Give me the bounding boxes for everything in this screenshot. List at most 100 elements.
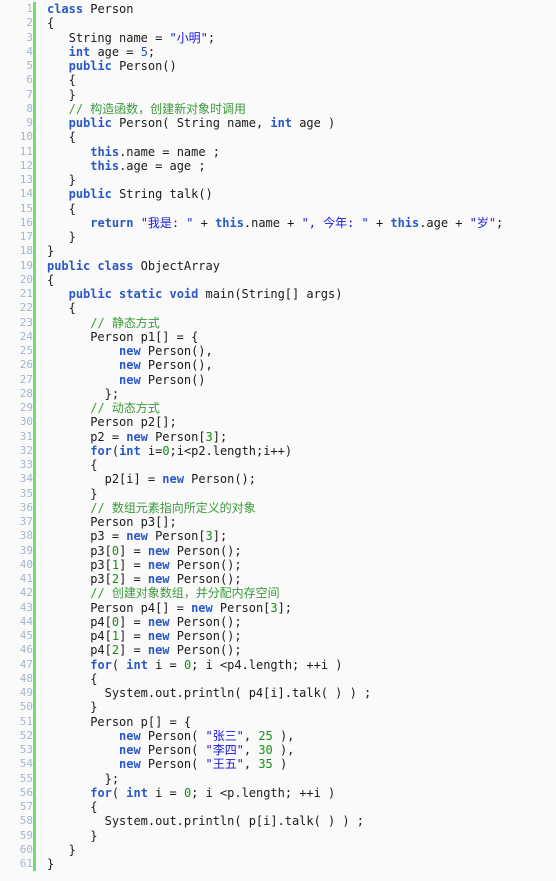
code-line-content[interactable]: }; bbox=[47, 772, 556, 786]
code-editor[interactable]: 1 class Person 2{3 String name = "小明"; 4 in… bbox=[0, 0, 556, 881]
code-line-content[interactable]: p2[i] = new Person(); bbox=[47, 472, 556, 486]
code-line[interactable]: 34 p2[i] = new Person(); bbox=[0, 472, 556, 487]
code-line-content[interactable]: p2 = new Person[3]; bbox=[47, 430, 556, 444]
code-line[interactable]: 2{ bbox=[0, 16, 556, 31]
code-line-content[interactable]: // 数组元素指向所定义的对象 bbox=[47, 501, 556, 515]
code-line[interactable]: 27 new Person() bbox=[0, 372, 556, 387]
code-line-content[interactable]: public Person( String name, int age ) bbox=[47, 116, 556, 130]
code-line[interactable]: 33 { bbox=[0, 458, 556, 473]
code-line-content[interactable]: for(int i=0;i<p2.length;i++) bbox=[47, 444, 556, 458]
code-line-content[interactable]: } bbox=[47, 700, 556, 714]
code-line[interactable]: 23 // 静态方式 bbox=[0, 315, 556, 330]
code-line-content[interactable]: class Person bbox=[47, 2, 556, 16]
code-line-content[interactable]: Person p1[] = { bbox=[47, 330, 556, 344]
code-line-content[interactable]: Person p2[]; bbox=[47, 415, 556, 429]
code-line-content[interactable]: new Person() bbox=[47, 373, 556, 387]
code-line-content[interactable]: // 静态方式 bbox=[47, 316, 556, 330]
code-line[interactable]: 61} bbox=[0, 857, 556, 872]
code-line-content[interactable]: { bbox=[47, 800, 556, 814]
code-line-content[interactable]: Person p[] = { bbox=[47, 715, 556, 729]
code-line-content[interactable]: } bbox=[47, 829, 556, 843]
code-line[interactable]: 7 } bbox=[0, 87, 556, 102]
code-line-content[interactable]: p3[0] = new Person(); bbox=[47, 544, 556, 558]
code-line[interactable]: 43 Person p4[] = new Person[3]; bbox=[0, 600, 556, 615]
code-line[interactable]: 26 new Person(), bbox=[0, 358, 556, 373]
code-line-content[interactable]: this.name = name ; bbox=[47, 145, 556, 159]
code-line-content[interactable]: p4[2] = new Person(); bbox=[47, 643, 556, 657]
code-line[interactable]: 40 p3[1] = new Person(); bbox=[0, 557, 556, 572]
code-line[interactable]: 58 System.out.println( p[i].talk( ) ) ; bbox=[0, 814, 556, 829]
code-line-content[interactable]: { bbox=[47, 73, 556, 87]
code-line[interactable]: 31 p2 = new Person[3]; bbox=[0, 429, 556, 444]
code-line-content[interactable]: { bbox=[47, 672, 556, 686]
code-line-content[interactable]: p4[1] = new Person(); bbox=[47, 629, 556, 643]
code-line[interactable]: 35 } bbox=[0, 486, 556, 501]
code-line-content[interactable]: p3 = new Person[3]; bbox=[47, 529, 556, 543]
code-line[interactable]: 42 // 创建对象数组，并分配内存空间 bbox=[0, 586, 556, 601]
code-line-content[interactable]: } bbox=[47, 487, 556, 501]
code-line-content[interactable]: // 构造函数，创建新对象时调用 bbox=[47, 102, 556, 116]
code-line[interactable]: 37 Person p3[]; bbox=[0, 515, 556, 530]
code-line[interactable]: 8 // 构造函数，创建新对象时调用 bbox=[0, 101, 556, 116]
code-line-content[interactable]: new Person( "张三", 25 ), bbox=[47, 729, 556, 743]
code-line[interactable]: 15 { bbox=[0, 201, 556, 216]
code-line[interactable]: 18} bbox=[0, 244, 556, 259]
code-line[interactable]: 21 public static void main(String[] args… bbox=[0, 287, 556, 302]
code-line[interactable]: 41 p3[2] = new Person(); bbox=[0, 572, 556, 587]
code-line[interactable]: 46 p4[2] = new Person(); bbox=[0, 643, 556, 658]
code-line[interactable]: 52 new Person( "张三", 25 ), bbox=[0, 728, 556, 743]
code-line[interactable]: 29 // 动态方式 bbox=[0, 401, 556, 416]
code-line[interactable]: 11 this.name = name ; bbox=[0, 144, 556, 159]
code-line-content[interactable]: this.age = age ; bbox=[47, 159, 556, 173]
code-line[interactable]: 56 for( int i = 0; i <p.length; ++i ) bbox=[0, 785, 556, 800]
code-line-content[interactable]: Person p3[]; bbox=[47, 515, 556, 529]
code-line-content[interactable]: new Person( "李四", 30 ), bbox=[47, 743, 556, 757]
code-line[interactable]: 10 { bbox=[0, 130, 556, 145]
code-line-content[interactable]: p4[0] = new Person(); bbox=[47, 615, 556, 629]
code-line[interactable]: 47 for( int i = 0; i <p4.length; ++i ) bbox=[0, 657, 556, 672]
code-line-content[interactable]: { bbox=[47, 16, 556, 30]
code-line-content[interactable]: return "我是: " + this.name + ", 今年: " + t… bbox=[47, 216, 556, 230]
code-line-content[interactable]: public static void main(String[] args) bbox=[47, 287, 556, 301]
code-line[interactable]: 60 } bbox=[0, 842, 556, 857]
code-line[interactable]: 16 return "我是: " + this.name + ", 今年: " … bbox=[0, 215, 556, 230]
code-line[interactable]: 51 Person p[] = { bbox=[0, 714, 556, 729]
code-line[interactable]: 36 // 数组元素指向所定义的对象 bbox=[0, 500, 556, 515]
code-line[interactable]: 25 new Person(), bbox=[0, 344, 556, 359]
code-line[interactable]: 24 Person p1[] = { bbox=[0, 329, 556, 344]
code-line-content[interactable]: p3[1] = new Person(); bbox=[47, 558, 556, 572]
code-line-content[interactable]: } bbox=[47, 230, 556, 244]
code-line[interactable]: 53 new Person( "李四", 30 ), bbox=[0, 743, 556, 758]
code-line-content[interactable]: { bbox=[47, 130, 556, 144]
code-line[interactable]: 48 { bbox=[0, 671, 556, 686]
code-line-content[interactable]: { bbox=[47, 301, 556, 315]
code-line-content[interactable]: } bbox=[47, 88, 556, 102]
code-line-content[interactable]: } bbox=[47, 843, 556, 857]
code-line[interactable]: 57 { bbox=[0, 800, 556, 815]
code-line-content[interactable]: { bbox=[47, 202, 556, 216]
code-line[interactable]: 54 new Person( "王五", 35 ) bbox=[0, 757, 556, 772]
code-line[interactable]: 17 } bbox=[0, 230, 556, 245]
code-line[interactable]: 22 { bbox=[0, 301, 556, 316]
code-line-content[interactable]: new Person( "王五", 35 ) bbox=[47, 757, 556, 771]
code-line[interactable]: 55 }; bbox=[0, 771, 556, 786]
code-line[interactable]: 45 p4[1] = new Person(); bbox=[0, 629, 556, 644]
code-line-content[interactable]: for( int i = 0; i <p.length; ++i ) bbox=[47, 786, 556, 800]
code-line[interactable]: 19 public class ObjectArray bbox=[0, 258, 556, 273]
code-lines-container[interactable]: 1 class Person 2{3 String name = "小明"; 4 in… bbox=[0, 2, 556, 872]
code-line[interactable]: 50 } bbox=[0, 700, 556, 715]
code-line-content[interactable]: // 创建对象数组，并分配内存空间 bbox=[47, 586, 556, 600]
code-line-content[interactable]: } bbox=[47, 244, 556, 258]
code-line[interactable]: 1 class Person bbox=[0, 2, 556, 17]
code-line-content[interactable]: // 动态方式 bbox=[47, 401, 556, 415]
code-line-content[interactable]: for( int i = 0; i <p4.length; ++i ) bbox=[47, 658, 556, 672]
code-line[interactable]: 6 { bbox=[0, 73, 556, 88]
code-line-content[interactable]: System.out.println( p[i].talk( ) ) ; bbox=[47, 814, 556, 828]
code-line[interactable]: 59 } bbox=[0, 828, 556, 843]
code-line[interactable]: 38 p3 = new Person[3]; bbox=[0, 529, 556, 544]
code-line[interactable]: 3 String name = "小明"; bbox=[0, 30, 556, 45]
code-line-content[interactable]: public class ObjectArray bbox=[47, 259, 556, 273]
code-line-content[interactable]: { bbox=[47, 273, 556, 287]
code-line[interactable]: 12 this.age = age ; bbox=[0, 158, 556, 173]
code-line[interactable]: 5 public Person() bbox=[0, 59, 556, 74]
